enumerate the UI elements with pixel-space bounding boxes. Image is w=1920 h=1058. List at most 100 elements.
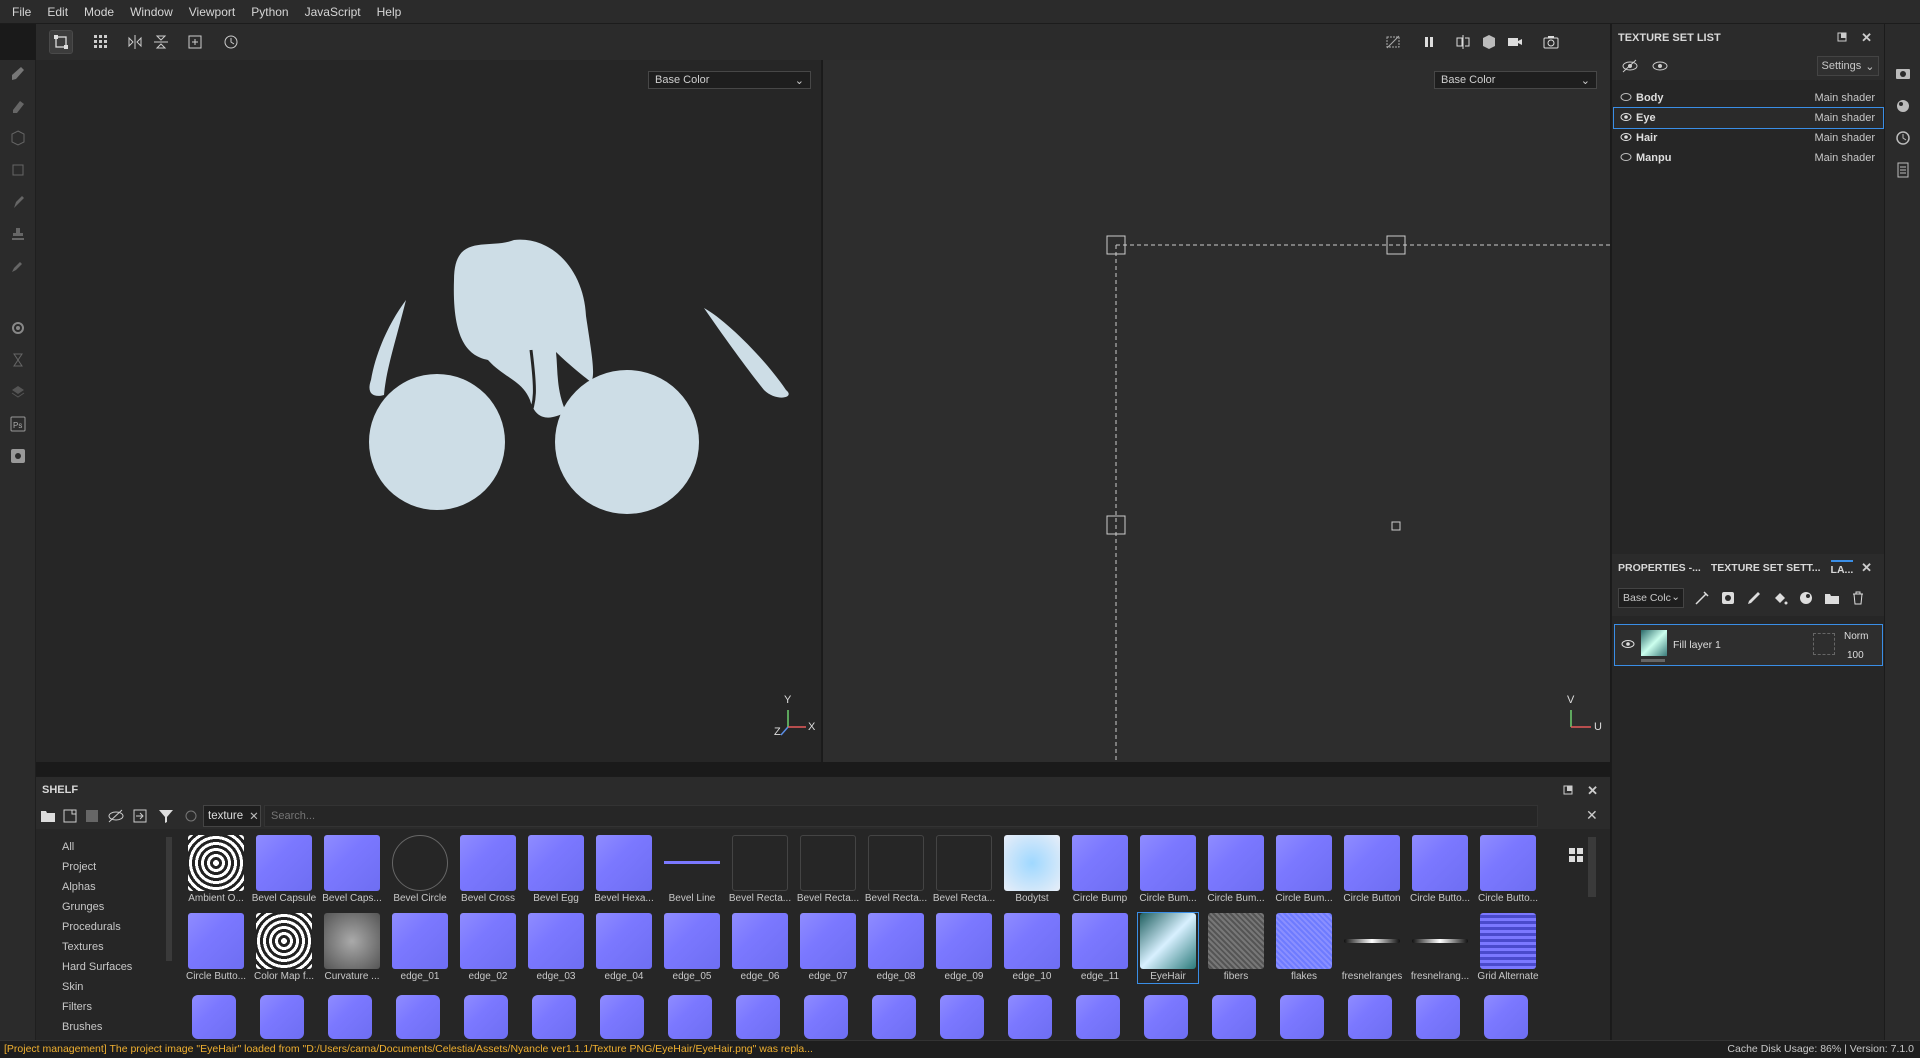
shelf-resource-thumbnail[interactable]: edge_02 [458, 913, 518, 983]
shelf-resource-thumbnail[interactable]: fibers [1206, 913, 1266, 983]
hide-icon[interactable] [108, 809, 124, 826]
shelf-resource-thumbnail[interactable]: Bevel Egg [526, 835, 586, 905]
close-icon[interactable]: ✕ [1587, 783, 1598, 799]
shelf-resource-thumbnail[interactable]: Circle Bum... [1206, 835, 1266, 905]
add-fill-layer-icon[interactable] [1772, 590, 1788, 609]
undock-icon[interactable] [1836, 31, 1848, 46]
menu-help[interactable]: Help [369, 0, 410, 24]
iray-icon[interactable] [8, 382, 28, 402]
shelf-resource-thumbnail-partial[interactable] [532, 995, 576, 1039]
grid-mode-icon[interactable] [90, 31, 112, 53]
shelf-resource-thumbnail-partial[interactable] [1348, 995, 1392, 1039]
shelf-resource-thumbnail[interactable]: Bevel Recta... [933, 835, 995, 905]
shelf-resource-thumbnail[interactable]: edge_11 [1070, 913, 1130, 983]
shelf-resource-thumbnail-partial[interactable] [1484, 995, 1528, 1039]
shelf-resource-thumbnail[interactable]: Bevel Hexa... [594, 835, 654, 905]
photoshop-icon[interactable]: Ps [8, 414, 28, 434]
pause-icon[interactable] [1418, 31, 1440, 53]
layer-channel-select[interactable]: Base Colc ⌄ [1618, 588, 1684, 608]
shelf-resource-thumbnail[interactable]: Bevel Cross [458, 835, 518, 905]
category-brushes[interactable]: Brushes [62, 1021, 102, 1033]
shelf-resource-thumbnail[interactable]: edge_01 [390, 913, 450, 983]
shader-name[interactable]: Main shader [1814, 112, 1875, 124]
category-hard-surfaces[interactable]: Hard Surfaces [62, 961, 132, 973]
shelf-resource-thumbnail[interactable]: Color Map f... [254, 913, 314, 983]
category-textures[interactable]: Textures [62, 941, 104, 953]
layer-opacity[interactable]: 100 [1847, 650, 1864, 661]
eye-hidden-icon[interactable] [1620, 92, 1632, 105]
shelf-resource-thumbnail[interactable]: Bevel Capsule [252, 835, 316, 905]
menu-mode[interactable]: Mode [76, 0, 122, 24]
settings-dropdown[interactable]: Settings ⌄ [1817, 56, 1879, 76]
eye-icon[interactable] [1652, 59, 1668, 76]
texture-set-row-body[interactable]: Body Main shader [1614, 88, 1883, 108]
shelf-resource-thumbnail-partial[interactable] [1416, 995, 1460, 1039]
shelf-resource-thumbnail-partial[interactable] [1280, 995, 1324, 1039]
delete-layer-icon[interactable] [1850, 590, 1866, 609]
3d-cube-icon[interactable] [1478, 31, 1500, 53]
history-clock-icon[interactable] [1893, 128, 1913, 148]
grid-view-icon[interactable] [1568, 847, 1584, 866]
shelf-resource-thumbnail[interactable]: Bevel Recta... [797, 835, 859, 905]
shelf-resource-thumbnail[interactable]: Bodytst [1002, 835, 1062, 905]
shelf-resource-thumbnail[interactable]: EyeHair [1137, 912, 1199, 984]
shelf-resource-thumbnail-partial[interactable] [260, 995, 304, 1039]
close-icon[interactable]: ✕ [1861, 560, 1872, 576]
shelf-resource-thumbnail[interactable]: Bevel Circle [390, 835, 450, 905]
shelf-resource-thumbnail-partial[interactable] [396, 995, 440, 1039]
shelf-resource-thumbnail[interactable]: Bevel Caps... [322, 835, 382, 905]
shelf-resource-thumbnail[interactable]: Circle Button [1342, 835, 1402, 905]
shader-name[interactable]: Main shader [1814, 152, 1875, 164]
shelf-resource-thumbnail-partial[interactable] [804, 995, 848, 1039]
export-plugin-icon[interactable] [8, 446, 28, 466]
shelf-resource-thumbnail-partial[interactable] [736, 995, 780, 1039]
smudge-icon[interactable] [8, 192, 28, 212]
shelf-resource-thumbnail-partial[interactable] [872, 995, 916, 1039]
shelf-resource-thumbnail[interactable]: edge_04 [594, 913, 654, 983]
eye-icon[interactable] [1620, 112, 1632, 125]
add-mask-icon[interactable] [1720, 590, 1736, 609]
shelf-resource-thumbnail-partial[interactable] [328, 995, 372, 1039]
layer-name[interactable]: Fill layer 1 [1673, 639, 1721, 651]
shelf-resource-thumbnail[interactable]: edge_06 [730, 913, 790, 983]
display-settings-icon[interactable] [1893, 64, 1913, 84]
shelf-resource-thumbnail[interactable]: Ambient O... [186, 835, 246, 905]
shader-name[interactable]: Main shader [1814, 92, 1875, 104]
save-icon[interactable] [84, 808, 100, 827]
reset-filter-icon[interactable] [184, 809, 198, 826]
clear-search-icon[interactable]: ✕ [1586, 807, 1598, 824]
layer-mask-slot[interactable] [1813, 633, 1835, 655]
remove-filter-icon[interactable]: ✕ [249, 809, 259, 823]
shelf-resource-thumbnail[interactable]: fresnelrang... [1410, 913, 1470, 983]
shelf-resource-thumbnail-partial[interactable] [668, 995, 712, 1039]
shelf-resource-thumbnail-partial[interactable] [1008, 995, 1052, 1039]
category-all[interactable]: All [62, 841, 74, 853]
shelf-resource-thumbnail-partial[interactable] [940, 995, 984, 1039]
shelf-resource-thumbnail-partial[interactable] [1144, 995, 1188, 1039]
shelf-search-input[interactable] [264, 805, 1538, 827]
add-effect-icon[interactable] [1694, 590, 1710, 609]
shelf-resource-thumbnail[interactable]: Circle Butto... [1410, 835, 1470, 905]
shelf-resource-thumbnail-partial[interactable] [600, 995, 644, 1039]
shelf-resource-thumbnail[interactable]: Curvature ... [322, 913, 382, 983]
shelf-resource-thumbnail-partial[interactable] [1076, 995, 1120, 1039]
mirror-y-icon[interactable] [150, 31, 172, 53]
shelf-resource-thumbnail[interactable]: Circle Butto... [186, 913, 246, 983]
color-picker-icon[interactable] [8, 256, 28, 276]
menu-python[interactable]: Python [243, 0, 296, 24]
hourglass-icon[interactable] [8, 350, 28, 370]
category-skin[interactable]: Skin [62, 981, 83, 993]
fit-view-icon[interactable] [184, 31, 206, 53]
category-alphas[interactable]: Alphas [62, 881, 96, 893]
shelf-resource-thumbnail[interactable]: fresnelranges [1342, 913, 1402, 983]
smart-material-icon[interactable] [1798, 590, 1814, 609]
shelf-resource-thumbnail[interactable]: Circle Bump [1070, 835, 1130, 905]
shelf-resource-thumbnail[interactable]: Bevel Line [662, 835, 722, 905]
tab-texture-set-settings[interactable]: TEXTURE SET SETT... [1711, 562, 1821, 574]
shelf-resource-thumbnail[interactable]: edge_08 [866, 913, 926, 983]
tab-properties[interactable]: PROPERTIES -... [1618, 562, 1701, 574]
shelf-resource-thumbnail-partial[interactable] [1212, 995, 1256, 1039]
import-icon[interactable] [132, 808, 148, 827]
camera-video-icon[interactable] [1504, 31, 1526, 53]
shader-name[interactable]: Main shader [1814, 132, 1875, 144]
